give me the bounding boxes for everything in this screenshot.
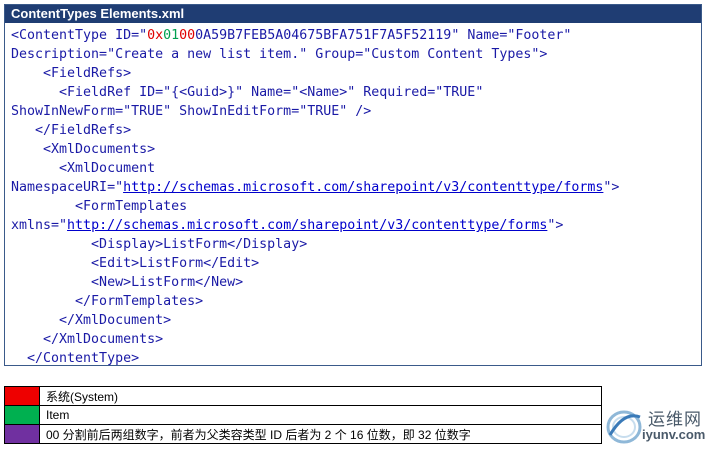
legend-row-system: 系统(System)	[4, 386, 602, 406]
watermark-logo-icon	[606, 410, 642, 444]
code-line-10: <FormTemplates	[11, 199, 188, 214]
code-line-5: ShowInNewForm="TRUE" ShowInEditForm="TRU…	[11, 104, 372, 119]
separator-00: 00	[179, 28, 196, 43]
swatch-red	[4, 386, 40, 406]
code-line-3: <FieldRefs>	[11, 66, 132, 81]
namespace-uri-link[interactable]: http://schemas.microsoft.com/sharepoint/…	[123, 180, 603, 195]
legend-label: Item	[39, 405, 602, 425]
code-panel: ContentTypes Elements.xml <ContentType I…	[4, 4, 702, 366]
legend-table: 系统(System) Item 00 分割前后两组数字，前者为父类容类型 ID …	[4, 386, 602, 444]
code-line-11: xmlns="http://schemas.microsoft.com/shar…	[11, 218, 564, 233]
code-line-12: <Display>ListForm</Display>	[11, 237, 308, 252]
xmlns-link[interactable]: http://schemas.microsoft.com/sharepoint/…	[67, 218, 547, 233]
code-line-1: <ContentType ID="0x01000A59B7FEB5A04675B…	[11, 28, 572, 43]
code-line-7: <XmlDocuments>	[11, 142, 156, 157]
code-line-13: <Edit>ListForm</Edit>	[11, 256, 260, 271]
system-prefix: 0x	[147, 28, 164, 43]
legend-row-separator: 00 分割前后两组数字，前者为父类容类型 ID 后者为 2 个 16 位数，即 …	[4, 424, 602, 444]
swatch-green	[4, 405, 40, 425]
code-line-17: </XmlDocuments>	[11, 332, 164, 347]
legend-label: 系统(System)	[39, 386, 602, 406]
legend-row-item: Item	[4, 405, 602, 425]
swatch-purple	[4, 424, 40, 444]
watermark: 运维网 iyunv.com	[602, 403, 710, 447]
code-line-6: </FieldRefs>	[11, 123, 132, 138]
code-line-16: </XmlDocument>	[11, 313, 172, 328]
legend-label: 00 分割前后两组数字，前者为父类容类型 ID 后者为 2 个 16 位数，即 …	[39, 424, 602, 444]
code-line-15: </FormTemplates>	[11, 294, 204, 309]
code-line-2: Description="Create a new list item." Gr…	[11, 47, 548, 62]
code-line-9: NamespaceURI="http://schemas.microsoft.c…	[11, 180, 620, 195]
watermark-en: iyunv.com	[642, 427, 706, 442]
panel-title: ContentTypes Elements.xml	[5, 5, 701, 23]
code-block: <ContentType ID="0x01000A59B7FEB5A04675B…	[5, 23, 701, 368]
code-line-4: <FieldRef ID="{<Guid>}" Name="<Name>" Re…	[11, 85, 484, 100]
code-line-8: <XmlDocument	[11, 161, 156, 176]
code-line-14: <New>ListForm</New>	[11, 275, 244, 290]
code-line-18: </ContentType>	[11, 351, 140, 366]
item-id: 01	[163, 28, 180, 43]
